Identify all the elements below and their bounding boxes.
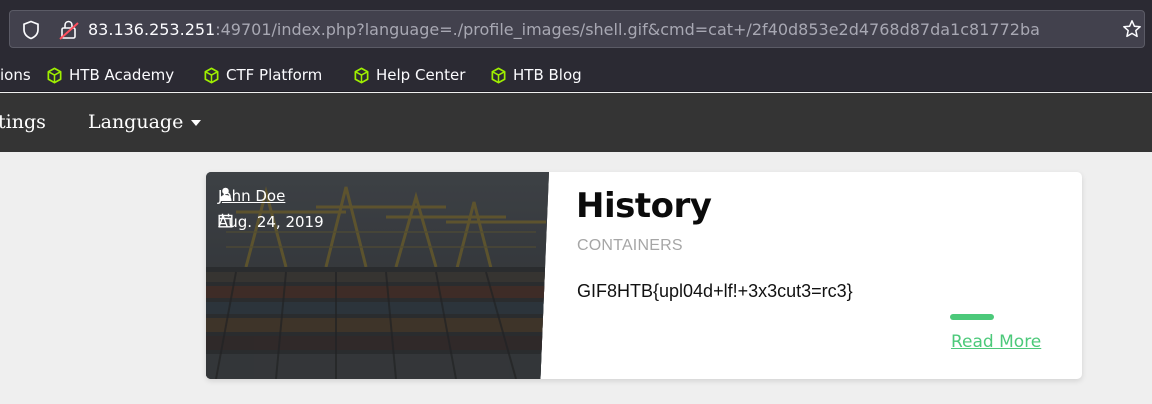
calendar-icon: [218, 213, 233, 228]
htb-cube-icon: [354, 67, 369, 83]
nav-link-settings[interactable]: tings: [0, 111, 46, 133]
bookmark-item-ions[interactable]: ions: [0, 64, 31, 86]
bookmark-htb-academy[interactable]: HTB Academy: [46, 64, 174, 86]
bookmark-help-center[interactable]: Help Center: [353, 64, 465, 86]
post-date: Aug. 24, 2019: [218, 213, 324, 231]
bookmark-label: Help Center: [376, 66, 466, 84]
url-text[interactable]: 83.136.253.251:49701/index.php?language=…: [88, 20, 1100, 42]
caret-down-icon: [191, 120, 202, 126]
bookmark-star-icon[interactable]: [1122, 19, 1142, 39]
post-author: John Doe: [218, 187, 285, 205]
accent-bar: [950, 314, 994, 320]
url-path: :49701/index.php?language=./profile_imag…: [215, 20, 1040, 39]
lock-icon[interactable]: [58, 19, 80, 41]
browser-toolbar: 83.136.253.251:49701/index.php?language=…: [0, 0, 1152, 58]
post-excerpt: GIF8HTB{upl04d+lf!+3x3cut3=rc3}: [577, 281, 853, 301]
post-card: John Doe Aug. 24, 2019 History CONTAINER…: [206, 172, 1082, 379]
bookmark-label: CTF Platform: [226, 66, 323, 84]
date-text: Aug. 24, 2019: [218, 213, 324, 231]
shield-icon[interactable]: [22, 20, 40, 40]
bookmark-htb-blog[interactable]: HTB Blog: [490, 64, 582, 86]
read-more-link[interactable]: Read More: [951, 332, 1041, 352]
site-navbar: tings Language: [0, 93, 1152, 152]
post-category: CONTAINERS: [577, 237, 683, 254]
post-title: History: [576, 186, 712, 226]
url-host: 83.136.253.251: [88, 20, 216, 39]
nav-dropdown-language[interactable]: Language: [88, 111, 202, 133]
bookmark-label: HTB Academy: [69, 66, 175, 84]
bookmark-label: ions: [0, 66, 31, 84]
post-image: John Doe Aug. 24, 2019: [206, 172, 549, 379]
bookmark-label: HTB Blog: [513, 66, 582, 84]
bookmark-ctf-platform[interactable]: CTF Platform: [203, 64, 322, 86]
htb-cube-icon: [491, 67, 506, 83]
htb-cube-icon: [204, 67, 219, 83]
bookmarks-toolbar: ions HTB Academy CTF Platform Help Cente…: [0, 58, 1152, 92]
url-fade: [1050, 15, 1110, 43]
htb-cube-icon: [47, 67, 62, 83]
nav-link-language-label: Language: [88, 111, 184, 133]
user-icon: [219, 187, 232, 201]
url-bar[interactable]: 83.136.253.251:49701/index.php?language=…: [9, 10, 1145, 48]
